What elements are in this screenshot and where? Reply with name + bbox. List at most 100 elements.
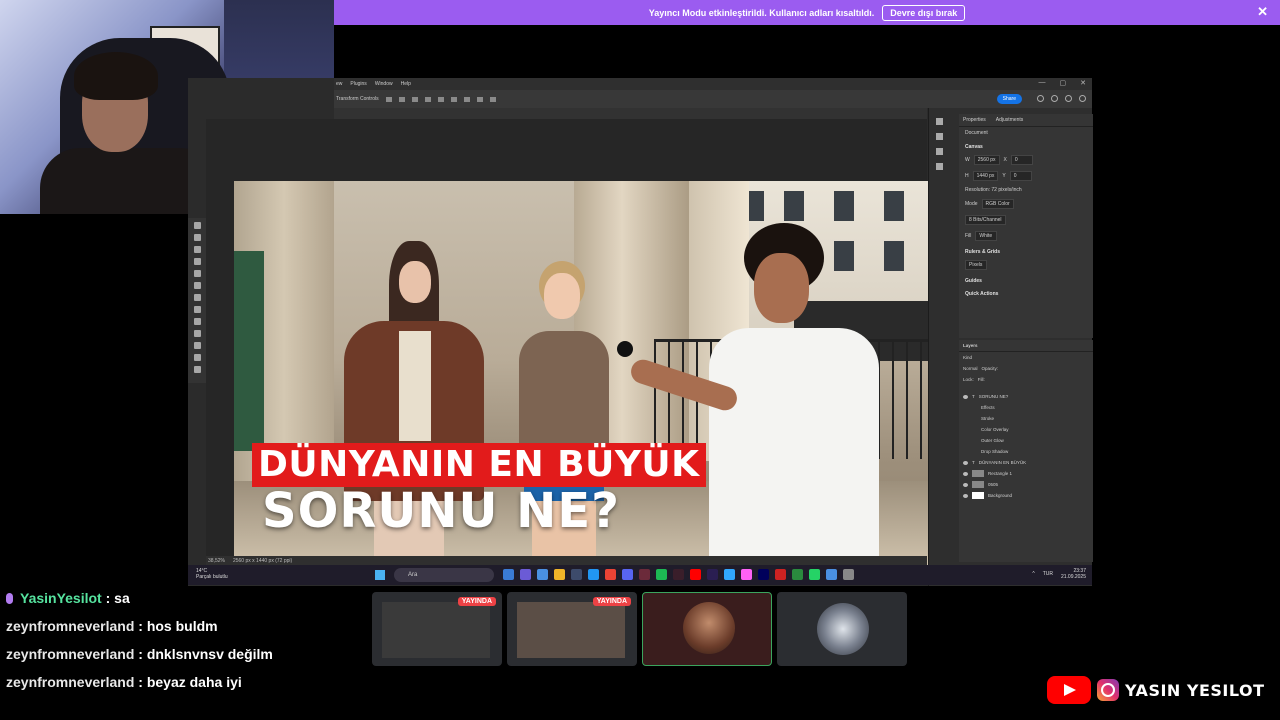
rulers-grids-section[interactable]: Rulers & Grids <box>959 244 1093 257</box>
taskbar-app-icon[interactable] <box>503 569 514 580</box>
canvas-image[interactable]: DÜNYANIN EN BÜYÜK SORUNU NE? <box>234 181 940 578</box>
lightbulb-icon[interactable] <box>1065 95 1072 102</box>
weather-widget[interactable]: 14°C Parçalı bulutlu <box>196 568 228 580</box>
blend-mode[interactable]: Normal <box>963 366 978 371</box>
layer-row[interactable]: 0505 <box>959 479 1093 490</box>
layer-row[interactable]: Background <box>959 490 1093 501</box>
taskbar-app-icon[interactable] <box>690 569 701 580</box>
layer-effect-row[interactable]: Stroke <box>959 413 1093 424</box>
kind-filter[interactable]: Kind <box>963 355 972 360</box>
align-right-icon[interactable] <box>411 96 418 102</box>
search-icon[interactable] <box>1051 95 1058 102</box>
taskbar-app-icon[interactable] <box>622 569 633 580</box>
transform-controls-label[interactable]: Transform Controls <box>336 96 379 102</box>
clock[interactable]: 23:37 21.09.2025 <box>1061 568 1086 580</box>
layer-effect-row[interactable]: Drop Shadow <box>959 446 1093 457</box>
more-options-icon[interactable] <box>476 96 483 102</box>
taskbar-app-icon[interactable] <box>656 569 667 580</box>
shape-tool-icon[interactable] <box>193 294 201 301</box>
menu-item-plugins[interactable]: Plugins <box>350 81 366 87</box>
taskbar-app-icon[interactable] <box>775 569 786 580</box>
lasso-tool-icon[interactable] <box>193 246 201 253</box>
tab-properties[interactable]: Properties <box>963 117 986 123</box>
quick-actions-section[interactable]: Quick Actions <box>959 286 1093 299</box>
color-swatch-icon[interactable] <box>193 342 201 349</box>
ps-canvas-area[interactable]: DÜNYANIN EN BÜYÜK SORUNU NE? <box>206 119 940 578</box>
eye-icon[interactable] <box>963 394 968 399</box>
disable-streamer-mode-button[interactable]: Devre dışı bırak <box>882 4 966 21</box>
share-button[interactable]: Share <box>996 94 1022 104</box>
taskbar-app-icon[interactable] <box>520 569 531 580</box>
width-field[interactable]: 2560 px <box>973 155 1000 165</box>
thumbnail-title-line2[interactable]: SORUNU NE? <box>262 483 620 539</box>
eye-icon[interactable] <box>963 493 968 498</box>
taskbar-app-icon[interactable] <box>588 569 599 580</box>
x-field[interactable]: 0 <box>1010 155 1033 165</box>
distribute-icon[interactable] <box>463 96 470 102</box>
quick-mask-icon[interactable] <box>193 354 201 361</box>
layer-effect-row[interactable]: Color Overlay <box>959 424 1093 435</box>
thumbnail-title-line1[interactable]: DÜNYANIN EN BÜYÜK <box>252 443 706 487</box>
chevron-up-icon[interactable]: ^ <box>1032 571 1034 577</box>
align-center-icon[interactable] <box>398 96 405 102</box>
workspace-icon[interactable] <box>1079 95 1086 102</box>
taskbar-app-icon[interactable] <box>537 569 548 580</box>
taskbar-app-icon[interactable] <box>639 569 650 580</box>
close-window-button[interactable]: ✕ <box>1080 79 1086 87</box>
eye-icon[interactable] <box>963 471 968 476</box>
hand-tool-icon[interactable] <box>193 306 201 313</box>
taskbar-app-icon[interactable] <box>741 569 752 580</box>
pen-tool-icon[interactable] <box>193 270 201 277</box>
layers-title[interactable]: Layers <box>959 340 1093 352</box>
stream-tile-active[interactable] <box>642 592 772 666</box>
taskbar-app-icon[interactable] <box>758 569 769 580</box>
stream-tile[interactable]: YAYINDA <box>372 592 502 666</box>
taskbar-app-icon[interactable] <box>809 569 820 580</box>
move-tool-icon[interactable] <box>193 222 201 229</box>
layer-effect-row[interactable]: Outer Glow <box>959 435 1093 446</box>
minimize-button[interactable]: — <box>1039 79 1046 87</box>
taskbar-app-icon[interactable] <box>843 569 854 580</box>
align-top-icon[interactable] <box>424 96 431 102</box>
tab-adjustments[interactable]: Adjustments <box>996 117 1024 123</box>
menu-item-view[interactable]: ew <box>336 81 342 87</box>
layer-effects-row[interactable]: Effects <box>959 402 1093 413</box>
close-icon[interactable]: ✕ <box>1257 4 1268 20</box>
paragraph-icon[interactable] <box>935 163 943 170</box>
guides-section[interactable]: Guides <box>959 273 1093 286</box>
taskbar-app-icon[interactable] <box>673 569 684 580</box>
bell-icon[interactable] <box>1037 95 1044 102</box>
mode-select[interactable]: RGB Color <box>981 199 1014 209</box>
menu-item-help[interactable]: Help <box>401 81 411 87</box>
eye-icon[interactable] <box>963 460 968 465</box>
taskbar-app-icon[interactable] <box>554 569 565 580</box>
brush-tool-icon[interactable] <box>193 258 201 265</box>
stream-tile[interactable] <box>777 592 907 666</box>
align-bottom-icon[interactable] <box>450 96 457 102</box>
units-select[interactable]: Pixels <box>965 260 987 270</box>
language-indicator[interactable]: TUR <box>1043 571 1053 577</box>
history-icon[interactable] <box>935 133 943 140</box>
taskbar-search[interactable]: Ara <box>394 568 494 582</box>
y-field[interactable]: 0 <box>1009 171 1032 181</box>
bit-depth-select[interactable]: 8 Bits/Channel <box>965 215 1006 225</box>
height-field[interactable]: 1440 px <box>972 171 999 181</box>
canvas-section[interactable]: Canvas <box>959 139 1093 152</box>
document-tab-bar[interactable] <box>334 108 927 119</box>
character-icon[interactable] <box>935 148 943 155</box>
layer-row[interactable]: T DÜNYANIN EN BÜYÜK <box>959 457 1093 468</box>
screen-mode-icon[interactable] <box>193 366 201 373</box>
play-icon[interactable] <box>935 118 943 125</box>
taskbar-app-icon[interactable] <box>605 569 616 580</box>
layer-row[interactable]: T SORUNU NE? <box>959 391 1093 402</box>
windows-start-icon[interactable] <box>375 570 385 580</box>
menu-item-window[interactable]: Window <box>375 81 393 87</box>
taskbar-app-icon[interactable] <box>826 569 837 580</box>
taskbar-app-icon[interactable] <box>707 569 718 580</box>
marquee-tool-icon[interactable] <box>193 234 201 241</box>
taskbar-app-icon[interactable] <box>792 569 803 580</box>
align-left-icon[interactable] <box>385 96 392 102</box>
more-tools-icon[interactable] <box>193 330 201 337</box>
taskbar-app-icon[interactable] <box>724 569 735 580</box>
maximize-button[interactable]: ▢ <box>1060 79 1067 87</box>
